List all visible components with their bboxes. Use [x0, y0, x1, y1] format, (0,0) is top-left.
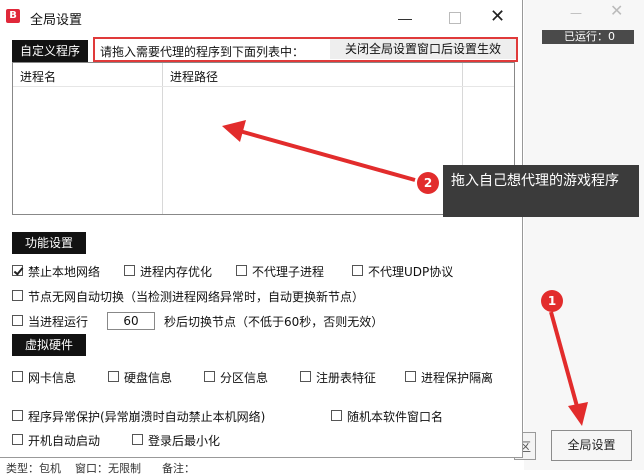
annotation-arrows	[222, 120, 588, 426]
arrow-to-list-head	[222, 120, 246, 142]
drag-tooltip: 拖入自己想代理的游戏程序	[443, 165, 639, 217]
arrow-to-button-head	[568, 402, 588, 426]
arrow-to-button-line	[549, 311, 580, 411]
step-2-badge: 2	[417, 172, 439, 194]
step-1-badge: 1	[541, 290, 563, 312]
arrow-to-list-line	[235, 128, 416, 182]
